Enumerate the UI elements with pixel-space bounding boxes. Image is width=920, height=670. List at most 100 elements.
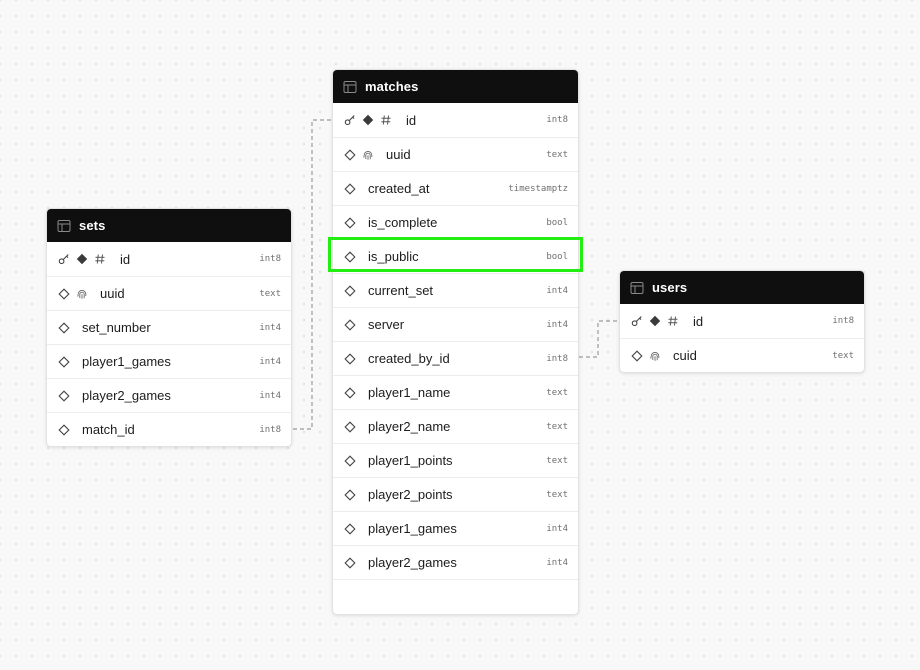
column-type: text xyxy=(259,288,281,299)
nullable-diamond-icon xyxy=(344,522,356,535)
column-row-player2-points[interactable]: player2_points text xyxy=(333,477,578,511)
column-name: player2_games xyxy=(368,555,457,570)
table-header-users[interactable]: users xyxy=(620,271,864,304)
column-type: int8 xyxy=(546,115,568,125)
column-name: player2_name xyxy=(368,419,451,434)
table-title: matches xyxy=(365,79,419,94)
column-type: timestamptz xyxy=(508,183,568,194)
column-icons xyxy=(333,250,368,263)
column-type: int8 xyxy=(259,254,281,264)
table-header-sets[interactable]: sets xyxy=(47,209,291,242)
nullable-diamond-icon xyxy=(344,420,356,433)
table-matches[interactable]: matches id int8 uuid text created_at timestam… xyxy=(332,69,579,615)
column-row-id[interactable]: id int8 xyxy=(333,103,578,137)
table-header-matches[interactable]: matches xyxy=(333,70,578,103)
column-icons xyxy=(47,389,82,402)
column-name: player2_games xyxy=(82,388,171,403)
column-type: int4 xyxy=(546,557,568,568)
column-row-player1-points[interactable]: player1_points text xyxy=(333,443,578,477)
column-icons xyxy=(333,420,368,433)
nullable-diamond-icon xyxy=(344,556,356,569)
column-name: current_set xyxy=(368,283,434,298)
column-icons xyxy=(333,522,368,535)
column-type: int4 xyxy=(259,390,281,401)
column-name: player1_games xyxy=(82,354,171,369)
nullable-diamond-icon xyxy=(344,352,356,365)
nullable-diamond-icon xyxy=(344,148,356,161)
column-row-match-id[interactable]: match_id int8 xyxy=(47,412,291,446)
table-sets[interactable]: sets id int8 uuid text set_number int4 player1… xyxy=(46,208,292,447)
column-icons xyxy=(333,318,368,331)
column-row-uuid[interactable]: uuid text xyxy=(47,276,291,310)
nullable-diamond-icon xyxy=(344,318,356,331)
column-name: id xyxy=(406,112,417,128)
column-icons xyxy=(620,349,673,362)
column-row-set-number[interactable]: set_number int4 xyxy=(47,310,291,344)
column-type: int8 xyxy=(832,316,854,326)
column-row-player1-name[interactable]: player1_name text xyxy=(333,375,578,409)
nullable-diamond-icon xyxy=(344,250,356,263)
key-icon xyxy=(344,114,356,126)
column-icons xyxy=(333,216,368,229)
column-name: is_complete xyxy=(368,215,438,230)
column-icons xyxy=(620,315,693,327)
column-row-player2-name[interactable]: player2_name text xyxy=(333,409,578,443)
column-name: is_public xyxy=(368,249,419,264)
column-icons xyxy=(333,284,368,297)
column-row-id[interactable]: id int8 xyxy=(47,242,291,276)
column-row-cuid[interactable]: cuid text xyxy=(620,338,864,372)
fingerprint-icon xyxy=(649,350,661,362)
column-row-server[interactable]: server int4 xyxy=(333,307,578,341)
nullable-diamond-icon xyxy=(58,389,70,402)
column-list: id int8 uuid text created_at timestamptz is_co… xyxy=(333,103,578,579)
column-icons xyxy=(333,114,406,126)
column-row-current-set[interactable]: current_set int4 xyxy=(333,273,578,307)
column-type: text xyxy=(546,489,568,500)
table-users[interactable]: users id int8 cuid text xyxy=(619,270,865,373)
nullable-diamond-icon xyxy=(58,355,70,368)
hash-icon xyxy=(667,315,679,327)
table-icon xyxy=(57,219,71,233)
column-icons xyxy=(333,182,368,195)
column-icons xyxy=(333,352,368,365)
column-type: bool xyxy=(546,217,568,228)
column-row-uuid[interactable]: uuid text xyxy=(333,137,578,171)
column-type: int4 xyxy=(546,319,568,330)
column-icons xyxy=(333,454,368,467)
column-name: player1_points xyxy=(368,453,453,468)
column-name: id xyxy=(120,251,131,267)
column-icons xyxy=(47,355,82,368)
column-type: text xyxy=(546,421,568,432)
connector-matches-created_by_id-to-users-id xyxy=(579,320,619,358)
column-type: int8 xyxy=(259,424,281,435)
column-icons xyxy=(47,321,82,334)
primary-diamond-icon xyxy=(76,253,88,265)
column-row-player2-games[interactable]: player2_games int4 xyxy=(47,378,291,412)
nullable-diamond-icon xyxy=(344,454,356,467)
column-name: set_number xyxy=(82,320,151,335)
hash-icon xyxy=(380,114,392,126)
column-row-player1-games[interactable]: player1_games int4 xyxy=(47,344,291,378)
column-name: uuid xyxy=(386,147,411,162)
column-name: created_by_id xyxy=(368,351,450,366)
column-row-created-at[interactable]: created_at timestamptz xyxy=(333,171,578,205)
nullable-diamond-icon xyxy=(58,287,70,300)
column-row-is-complete[interactable]: is_complete bool xyxy=(333,205,578,239)
nullable-diamond-icon xyxy=(58,321,70,334)
primary-diamond-icon xyxy=(649,315,661,327)
column-type: int8 xyxy=(546,353,568,364)
nullable-diamond-icon xyxy=(344,284,356,297)
column-row-created-by-id[interactable]: created_by_id int8 xyxy=(333,341,578,375)
column-name: created_at xyxy=(368,181,430,196)
table-title: users xyxy=(652,280,688,295)
column-type: int4 xyxy=(546,523,568,534)
column-row-player1-games[interactable]: player1_games int4 xyxy=(333,511,578,545)
column-icons xyxy=(333,488,368,501)
nullable-diamond-icon xyxy=(344,182,356,195)
nullable-diamond-icon xyxy=(344,216,356,229)
column-row-player2-games[interactable]: player2_games int4 xyxy=(333,545,578,579)
column-name: id xyxy=(693,313,704,329)
column-row-id[interactable]: id int8 xyxy=(620,304,864,338)
column-row-is-public[interactable]: is_public bool xyxy=(333,239,578,273)
column-name: player1_name xyxy=(368,385,451,400)
